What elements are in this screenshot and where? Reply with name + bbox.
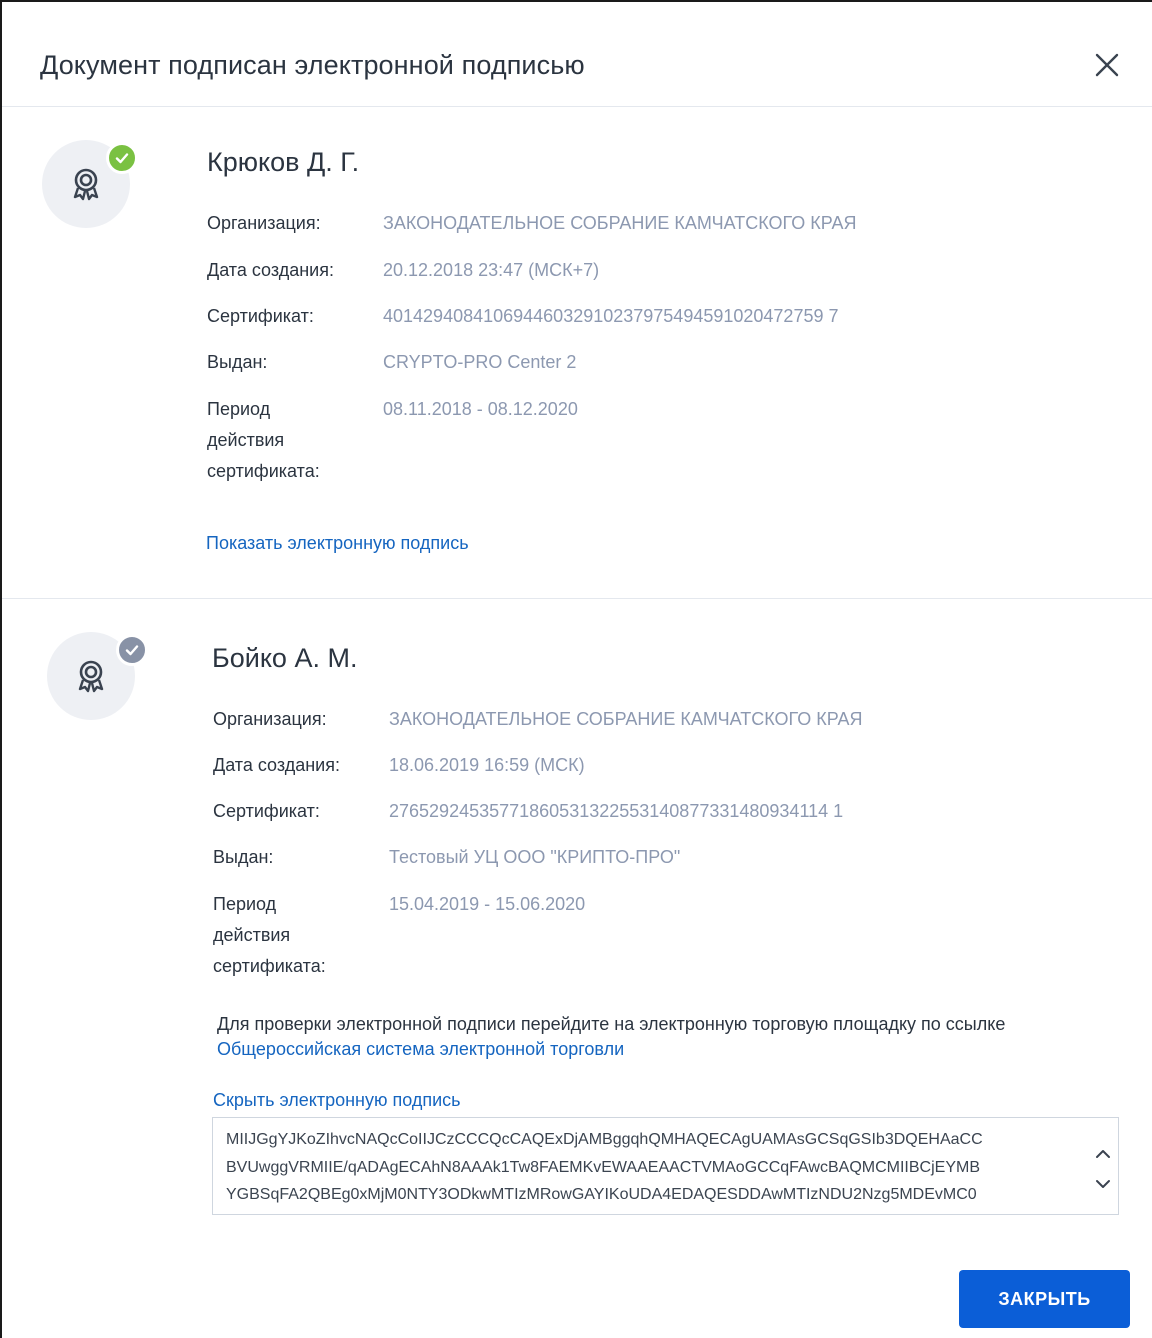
field-value: 20.12.2018 23:47 (МСК+7)	[383, 260, 600, 280]
check-green-icon	[106, 142, 138, 174]
dialog-header: Документ подписан электронной подписью	[2, 2, 1152, 107]
field-label: Период действия сертификата:	[213, 894, 326, 976]
signature-line: YGBSqFA2QBEg0xMjM0NTY3ODkwMTIzMRowGAYIKo…	[226, 1186, 977, 1203]
field-value: ЗАКОНОДАТЕЛЬНОЕ СОБРАНИЕ КАМЧАТСКОГО КРА…	[383, 213, 857, 233]
signature-textarea[interactable]: MIIJGgYJKoZIhvcNAQcCoIIJCzCCCQcCAQExDjAM…	[212, 1117, 1119, 1215]
signer-card: Бойко А. М. Организация: ЗАКОНОДАТЕЛЬНОЕ…	[2, 600, 1152, 1240]
signer-card: Крюков Д. Г. Организация: ЗАКОНОДАТЕЛЬНО…	[2, 107, 1152, 599]
field-label: Организация:	[207, 213, 321, 233]
medal-icon	[73, 168, 99, 201]
field-issued-by: Выдан: CRYPTO-PRO Center 2	[207, 347, 1107, 378]
field-created-date: Дата создания: 20.12.2018 23:47 (МСК+7)	[207, 255, 1107, 286]
check-gray-icon	[116, 634, 148, 666]
field-value: 4014294084106944603291023797549459102047…	[383, 306, 839, 326]
field-value: 08.11.2018 - 08.12.2020	[383, 399, 578, 419]
field-validity-period: Период действия сертификата: 15.04.2019 …	[213, 889, 1113, 982]
field-value: 18.06.2019 16:59 (МСК)	[389, 755, 585, 775]
field-certificate: Сертификат: 4014294084106944603291023797…	[207, 301, 1107, 332]
signer-name: Крюков Д. Г.	[207, 147, 360, 177]
field-issued-by: Выдан: Тестовый УЦ ООО "КРИПТО-ПРО"	[213, 842, 1113, 873]
field-created-date: Дата создания: 18.06.2019 16:59 (МСК)	[213, 750, 1113, 781]
field-value: 15.04.2019 - 15.06.2020	[389, 894, 586, 914]
field-validity-period: Период действия сертификата: 08.11.2018 …	[207, 394, 1107, 487]
show-signature-link[interactable]: Показать электронную подпись	[206, 531, 469, 555]
field-certificate: Сертификат: 2765292453577186053132255314…	[213, 796, 1113, 827]
field-value: CRYPTO-PRO Center 2	[383, 352, 577, 372]
signature-dialog: Документ подписан электронной подписью К…	[0, 0, 1152, 1338]
signer-name: Бойко А. М.	[212, 643, 358, 673]
field-organization: Организация: ЗАКОНОДАТЕЛЬНОЕ СОБРАНИЕ КА…	[207, 208, 1107, 239]
close-icon[interactable]	[1090, 48, 1124, 82]
signature-line: MIIJGgYJKoZIhvcNAQcCoIIJCzCCCQcCAQExDjAM…	[226, 1131, 983, 1148]
field-label: Организация:	[213, 709, 327, 729]
field-value: Тестовый УЦ ООО "КРИПТО-ПРО"	[389, 847, 681, 867]
field-label: Сертификат:	[207, 306, 314, 326]
field-label: Дата создания:	[213, 755, 340, 775]
field-value: ЗАКОНОДАТЕЛЬНОЕ СОБРАНИЕ КАМЧАТСКОГО КРА…	[389, 709, 863, 729]
field-organization: Организация: ЗАКОНОДАТЕЛЬНОЕ СОБРАНИЕ КА…	[213, 704, 1113, 735]
field-label: Дата создания:	[207, 260, 334, 280]
verification-notice: Для проверки электронной подписи перейди…	[217, 1012, 1037, 1062]
signature-content: MIIJGgYJKoZIhvcNAQcCoIIJCzCCCQcCAQExDjAM…	[226, 1126, 1086, 1209]
hide-signature-link[interactable]: Скрыть электронную подпись	[213, 1088, 461, 1112]
medal-icon	[78, 660, 104, 693]
signature-line: BVUwggVRMIIE/qADAgECAhN8AAAk1Tw8FAEMKvEW…	[226, 1158, 980, 1176]
scroll-up-icon[interactable]	[1093, 1144, 1113, 1164]
field-label: Выдан:	[207, 352, 268, 372]
field-value: 2765292453577186053132255314087733148093…	[389, 801, 844, 821]
close-button[interactable]: ЗАКРЫТЬ	[959, 1270, 1130, 1328]
notice-text: Для проверки электронной подписи перейди…	[217, 1014, 1006, 1034]
etp-link[interactable]: Общероссийская система электронной торго…	[217, 1039, 624, 1059]
field-label: Сертификат:	[213, 801, 320, 821]
scroll-down-icon[interactable]	[1093, 1174, 1113, 1194]
field-label: Выдан:	[213, 847, 274, 867]
field-label: Период действия сертификата:	[207, 399, 320, 481]
dialog-title: Документ подписан электронной подписью	[40, 50, 585, 80]
